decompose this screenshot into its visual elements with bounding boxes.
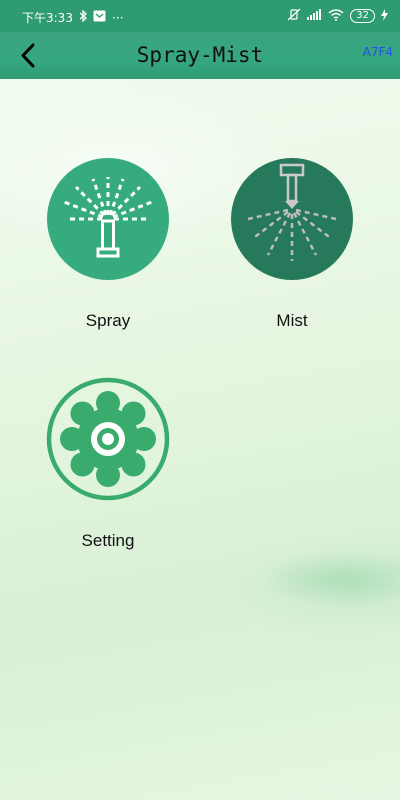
spray-tile[interactable]: Spray (43, 157, 173, 331)
app-bar: Spray-Mist A7F4 (0, 32, 400, 79)
setting-tile[interactable]: Setting (43, 377, 173, 551)
status-left: 下午3:33 ··· (22, 9, 123, 26)
main-content: Spray Mist Setting (0, 79, 400, 800)
device-code: A7F4 (362, 45, 393, 59)
notification-icon (93, 10, 106, 25)
battery-indicator: 32 (350, 9, 375, 23)
mist-label: Mist (276, 311, 308, 330)
status-right: 32 (287, 8, 388, 24)
signal-icon (307, 9, 322, 23)
status-bar: 下午3:33 ··· 32 (0, 0, 400, 32)
vibrate-off-icon (287, 8, 301, 24)
mist-tile[interactable]: Mist (227, 157, 357, 331)
gear-icon (46, 377, 170, 501)
status-time: 下午3:33 (22, 11, 73, 25)
spray-label: Spray (85, 311, 131, 330)
sprinkler-icon (47, 158, 169, 280)
bluetooth-icon (79, 9, 87, 25)
wifi-icon (328, 8, 344, 24)
mist-nozzle-icon (231, 158, 353, 280)
setting-label: Setting (81, 531, 135, 550)
more-notifications-icon: ··· (111, 10, 124, 25)
charging-icon (381, 8, 388, 24)
page-title: Spray-Mist (136, 43, 264, 67)
